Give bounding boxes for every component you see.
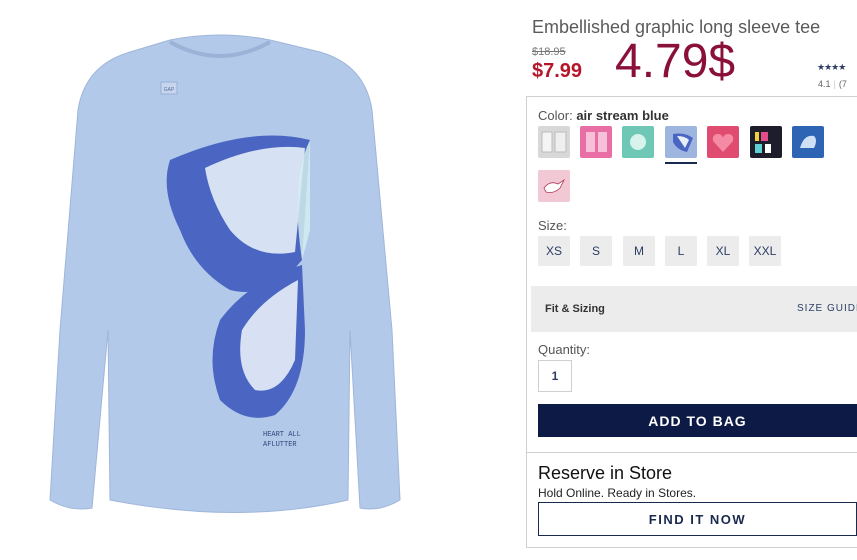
quantity-label: Quantity: [538, 342, 591, 357]
reserve-in-store-subtitle: Hold Online. Ready in Stores. [538, 486, 697, 500]
selected-color: air stream blue [576, 108, 669, 123]
selected-swatch-indicator [665, 162, 697, 164]
size-option-xxl[interactable]: XXL [749, 236, 781, 266]
fit-sizing-label[interactable]: Fit & Sizing [545, 303, 605, 315]
print-text-line2: AFLUTTER [263, 441, 297, 449]
rating-stars[interactable]: ★★★★ [817, 62, 846, 73]
size-option-xs[interactable]: XS [538, 236, 570, 266]
find-it-now-button[interactable]: FIND IT NOW [538, 502, 857, 536]
color-swatch-pink-dove[interactable] [538, 170, 570, 202]
original-price: $18.95 [532, 46, 566, 58]
rating-summary[interactable]: 4.1 | (7 [818, 79, 847, 89]
color-label: Color: air stream blue [538, 108, 669, 123]
color-swatch-blue-graphic[interactable] [792, 126, 824, 158]
promo-price: 4.79$ [615, 35, 736, 88]
add-to-bag-button[interactable]: ADD TO BAG [538, 404, 857, 437]
size-option-xl[interactable]: XL [707, 236, 739, 266]
color-swatch-pink-graphic[interactable] [580, 126, 612, 158]
color-swatch-silver-sequin[interactable] [538, 126, 570, 158]
print-text-line1: HEART ALL [263, 431, 301, 439]
color-swatch-heart-print[interactable] [707, 126, 739, 158]
shirt-tag: GAP [164, 87, 175, 93]
color-swatch-love-dark[interactable] [750, 126, 782, 158]
reserve-in-store-title: Reserve in Store [538, 463, 673, 483]
sale-price: $7.99 [532, 60, 583, 82]
size-option-s[interactable]: S [580, 236, 612, 266]
section-divider [526, 452, 857, 453]
rating-value: 4.1 [818, 79, 831, 89]
color-swatch-mint-graphic[interactable] [622, 126, 654, 158]
review-count: (7 [838, 79, 847, 89]
product-image: GAP HEART ALL AFLUTTER [49, 34, 401, 513]
size-label: Size: [538, 218, 567, 233]
size-option-m[interactable]: M [623, 236, 655, 266]
size-guide-link[interactable]: SIZE GUIDE [797, 303, 857, 314]
quantity-input[interactable]: 1 [538, 360, 572, 392]
color-swatch-air-stream-blue[interactable] [665, 126, 697, 158]
size-option-l[interactable]: L [665, 236, 697, 266]
